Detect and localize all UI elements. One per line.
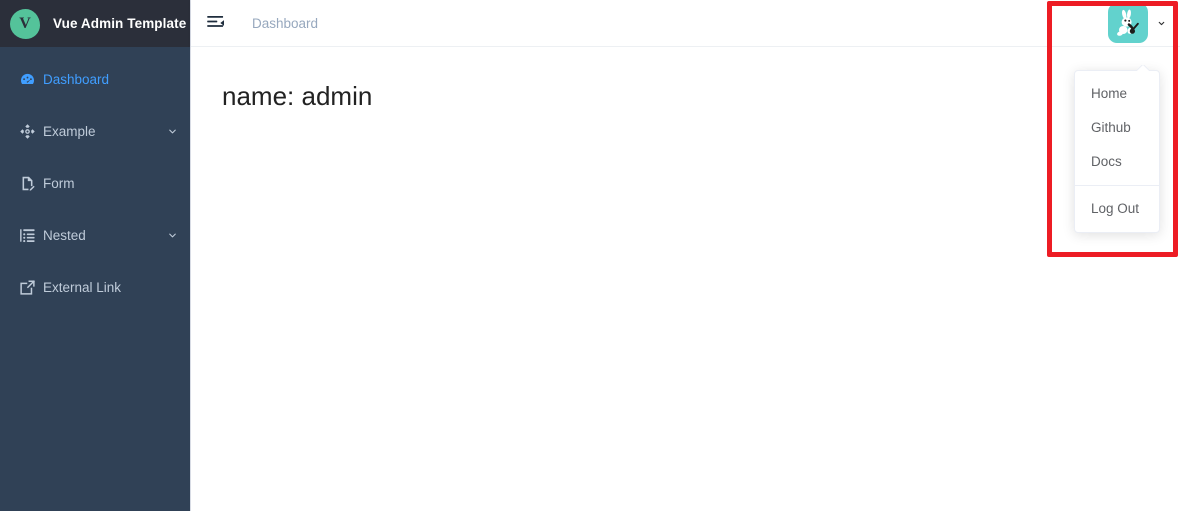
sidebar-item-label: External Link [43,279,122,295]
header-right [1108,0,1180,46]
chevron-down-icon [166,125,178,137]
dropdown-item-logout[interactable]: Log Out [1075,192,1159,226]
sidebar-item-label: Form [43,175,75,191]
header-bar: Dashboard [191,0,1180,47]
avatar-dropdown-menu: Home Github Docs Log Out [1074,70,1160,233]
sidebar-item-external-link[interactable]: External Link [0,261,190,313]
dropdown-item-home[interactable]: Home [1075,77,1159,111]
chevron-down-icon[interactable] [1156,18,1166,28]
nested-list-icon [18,226,36,244]
breadcrumb[interactable]: Dashboard [252,16,318,31]
rabbit-avatar-icon [1108,3,1148,43]
app-root: V Vue Admin Template Dashboard Example F… [0,0,1180,511]
avatar-menu-trigger[interactable] [1108,3,1166,43]
dashboard-gauge-icon [18,70,36,88]
dropdown-divider [1075,185,1159,186]
sidebar-logo[interactable]: V Vue Admin Template [0,0,190,47]
chevron-down-icon [166,229,178,241]
sidebar: V Vue Admin Template Dashboard Example F… [0,0,191,511]
dropdown-item-docs[interactable]: Docs [1075,145,1159,179]
sidebar-item-nested[interactable]: Nested [0,209,190,261]
user-name-text: name: admin [222,81,373,111]
form-document-icon [18,174,36,192]
logo-letter: V [19,14,31,32]
main-content: name: admin [191,47,1180,511]
hamburger-collapse-icon[interactable] [206,13,226,33]
sidebar-menu: Dashboard Example Form Nested External L… [0,47,190,313]
external-link-icon [18,278,36,296]
sidebar-item-example[interactable]: Example [0,105,190,157]
sidebar-item-label: Nested [43,227,86,243]
sidebar-item-label: Example [43,123,96,139]
dropdown-arrow-icon [1137,65,1149,71]
vue-logo-icon: V [10,8,40,39]
sidebar-title: Vue Admin Template [53,16,187,31]
component-icon [18,122,36,140]
sidebar-item-dashboard[interactable]: Dashboard [0,53,190,105]
dropdown-item-github[interactable]: Github [1075,111,1159,145]
sidebar-item-form[interactable]: Form [0,157,190,209]
sidebar-item-label: Dashboard [43,71,110,87]
